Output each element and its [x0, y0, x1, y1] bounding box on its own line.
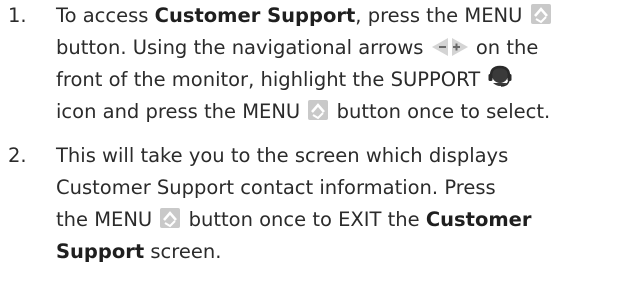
- text-segment: button once to EXIT the: [182, 208, 426, 231]
- customer-support-label: Support: [56, 240, 145, 263]
- text-line: button. Using the navigational arrows on…: [56, 32, 618, 64]
- text-segment: To access: [56, 4, 155, 27]
- text-line: To access Customer Support, press the ME…: [56, 0, 618, 32]
- step-text: To access Customer Support, press the ME…: [56, 0, 618, 128]
- text-segment: icon and press the MENU: [56, 100, 307, 123]
- step-number: 1.: [8, 4, 27, 27]
- step-number: 2.: [8, 144, 27, 167]
- navigation-arrows-icon: [431, 37, 469, 57]
- text-segment: button once to select.: [330, 100, 551, 123]
- menu-button-icon: [159, 207, 181, 229]
- text-line: Support screen.: [56, 236, 618, 268]
- customer-support-label: Customer Support: [154, 4, 356, 27]
- text-segment: , press the MENU: [355, 4, 529, 27]
- text-segment: screen.: [144, 240, 222, 263]
- text-line: Customer Support contact information. Pr…: [56, 172, 618, 204]
- text-segment: on the: [469, 36, 539, 59]
- text-line: the MENU button once to EXIT the Custome…: [56, 204, 618, 236]
- text-line: icon and press the MENU button once to s…: [56, 96, 618, 128]
- text-segment: Customer Support contact information. Pr…: [56, 176, 496, 199]
- support-headset-icon: [487, 65, 513, 89]
- menu-button-icon: [307, 99, 329, 121]
- text-segment: button. Using the navigational arrows: [56, 36, 430, 59]
- menu-button-icon: [530, 3, 552, 25]
- step-text: This will take you to the screen which d…: [56, 140, 618, 268]
- text-segment: front of the monitor, highlight the SUPP…: [56, 68, 487, 91]
- text-segment: the MENU: [56, 208, 159, 231]
- customer-support-label: Customer: [425, 208, 532, 231]
- text-line: front of the monitor, highlight the SUPP…: [56, 64, 618, 96]
- text-line: This will take you to the screen which d…: [56, 140, 618, 172]
- text-segment: This will take you to the screen which d…: [56, 144, 509, 167]
